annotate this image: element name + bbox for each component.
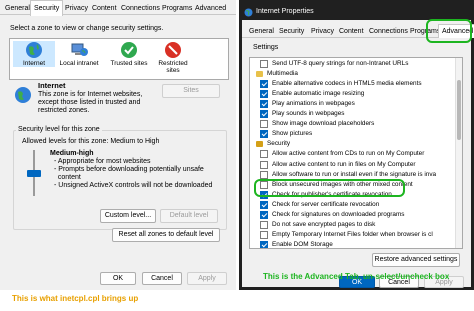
setting-label: Allow active content to run in files on …	[272, 160, 416, 168]
level-bullet: content	[54, 174, 81, 181]
sites-button[interactable]: Sites	[162, 84, 220, 98]
setting-label: Play sounds in webpages	[272, 110, 345, 118]
zone-local-intranet[interactable]: Local intranet	[58, 41, 100, 67]
level-bullet: - Unsigned ActiveX controls will not be …	[54, 182, 213, 189]
checkbox[interactable]	[260, 220, 268, 229]
level-name: Medium-high	[50, 150, 94, 157]
lock-icon	[256, 141, 263, 148]
tab-advanced[interactable]: Advanced	[192, 2, 229, 15]
custom-level-button[interactable]: Custom level...	[100, 209, 156, 223]
checkbox[interactable]	[260, 130, 268, 139]
checkbox[interactable]	[260, 80, 268, 89]
cancel-button[interactable]: Cancel	[142, 272, 182, 285]
internet-options-security-panel: General Security Privacy Content Connect…	[0, 0, 236, 290]
tab-security[interactable]: Security	[30, 0, 64, 16]
scrollbar[interactable]	[455, 58, 462, 248]
zone-title: Internet	[38, 81, 66, 90]
left-caption: This is what inetcpl.cpl brings up	[12, 294, 139, 303]
checkbox[interactable]	[260, 200, 268, 209]
window-title: Internet Properties	[256, 8, 314, 15]
tab-programs[interactable]: Programs	[159, 2, 195, 15]
zone-description: This zone is for Internet websites,	[38, 91, 143, 98]
checkbox[interactable]	[260, 100, 268, 109]
security-level-slider[interactable]	[27, 170, 41, 177]
tab-content[interactable]: Content	[89, 2, 120, 15]
zone-label: Internet	[22, 60, 46, 67]
dialog: Internet Properties General Security Pri…	[242, 4, 474, 288]
scrollbar-thumb[interactable]	[457, 80, 461, 140]
tab-privacy[interactable]: Privacy	[62, 2, 91, 15]
intranet-icon	[71, 43, 88, 56]
globe-icon	[26, 42, 42, 58]
setting-label: Show pictures	[272, 130, 313, 138]
checkbox[interactable]	[260, 60, 268, 68]
checkbox[interactable]	[260, 170, 268, 179]
default-level-button[interactable]: Default level	[160, 209, 218, 223]
setting-label: Show image download placeholders	[272, 120, 375, 128]
tab-security[interactable]: Security	[276, 26, 307, 37]
internet-properties-icon	[244, 8, 253, 17]
checkbox[interactable]	[260, 90, 268, 99]
settings-category-label: Security	[267, 140, 291, 148]
setting-label: Do not save encrypted pages to disk	[272, 220, 376, 228]
level-bullet: - Prompts before downloading potentially…	[54, 166, 204, 173]
checkbox[interactable]	[260, 110, 268, 119]
zone-list: Internet Local intranet Trusted sites Re…	[9, 38, 229, 80]
restricted-icon	[165, 42, 181, 58]
tab-strip: General Security Privacy Content Connect…	[0, 0, 236, 16]
checkbox[interactable]	[260, 160, 268, 169]
setting-label: Empty Temporary Internet Files folder wh…	[272, 230, 433, 238]
setting-label: Enable alternative codecs in HTML5 media…	[272, 80, 422, 88]
zone-description: restricted zones.	[38, 107, 90, 114]
advanced-tab-highlight	[426, 19, 472, 43]
settings-label: Settings	[253, 44, 279, 51]
zone-description: except those listed in trusted and	[38, 99, 141, 106]
security-level-header: Security level for this zone	[16, 126, 102, 133]
zone-instruction: Select a zone to view or change security…	[10, 25, 164, 32]
ok-button[interactable]: OK	[100, 272, 136, 285]
checkbox[interactable]	[260, 230, 268, 239]
advanced-settings-list[interactable]: Send UTF-8 query strings for non-Intrane…	[249, 57, 463, 249]
setting-label: Play animations in webpages	[272, 100, 355, 108]
setting-label: Enable automatic image resizing	[272, 90, 365, 98]
folder-icon	[256, 71, 263, 78]
reset-all-zones-button[interactable]: Reset all zones to default level	[112, 228, 220, 242]
tab-content[interactable]: Content	[336, 26, 367, 37]
zone-label: Trusted sites	[110, 60, 148, 67]
checkbox[interactable]	[260, 210, 268, 219]
setting-label: Check for signatures on downloaded progr…	[272, 210, 405, 218]
checkmark-icon	[121, 42, 137, 58]
internet-properties-window: Internet Properties General Security Pri…	[239, 0, 474, 290]
zone-internet[interactable]: Internet	[13, 41, 55, 67]
zone-restricted-sites[interactable]: Restricted sites	[152, 41, 194, 74]
level-bullet: - Appropriate for most websites	[54, 158, 151, 165]
tab-connections[interactable]: Connections	[366, 26, 411, 37]
tab-connections[interactable]: Connections	[118, 2, 163, 15]
right-caption: This is the Advanced Tab, un-select/unch…	[263, 272, 450, 281]
allowed-levels-label: Allowed levels for this zone: Medium to …	[22, 138, 160, 145]
title-bar: Internet Properties	[242, 4, 471, 20]
setting-label: Allow active content from CDs to run on …	[272, 150, 425, 158]
checkbox[interactable]	[260, 240, 268, 248]
setting-label: Enable DOM Storage	[272, 240, 333, 248]
setting-label: Send UTF-8 query strings for non-Intrane…	[272, 60, 409, 67]
apply-button[interactable]: Apply	[187, 272, 227, 285]
zone-trusted-sites[interactable]: Trusted sites	[108, 41, 150, 67]
checkbox[interactable]	[260, 150, 268, 159]
setting-label: Check for server certificate revocation	[272, 200, 380, 208]
checkbox[interactable]	[260, 120, 268, 129]
server-revocation-highlight	[254, 179, 405, 197]
settings-category-label: Multimedia	[267, 70, 298, 78]
restore-advanced-settings-button[interactable]: Restore advanced settings	[372, 253, 460, 267]
zone-label: Local intranet	[59, 60, 99, 67]
tab-general[interactable]: General	[246, 26, 277, 37]
tab-general[interactable]: General	[2, 2, 33, 15]
globe-icon	[15, 87, 31, 103]
zone-label: Restricted sites	[158, 60, 188, 74]
tab-privacy[interactable]: Privacy	[308, 26, 337, 37]
